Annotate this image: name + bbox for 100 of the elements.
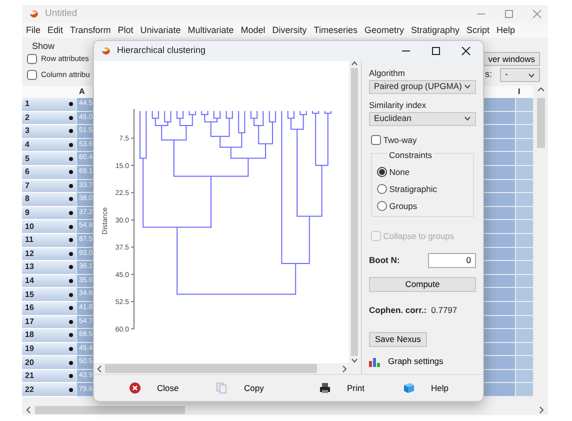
row-header: 4 xyxy=(25,139,30,152)
row-marker-icon xyxy=(69,102,73,106)
row-marker-icon xyxy=(69,184,73,188)
row-header: 21 xyxy=(25,370,34,382)
table-cell xyxy=(515,152,533,166)
compute-button[interactable]: Compute xyxy=(369,276,476,292)
field-label: Boot N: xyxy=(369,254,400,267)
scroll-left-icon[interactable] xyxy=(25,406,31,414)
row-header: 6 xyxy=(25,166,30,178)
window-title: Hierarchical clustering xyxy=(117,44,206,58)
row-marker-icon xyxy=(69,238,73,242)
radio-button[interactable] xyxy=(377,167,387,178)
row-header: 2 xyxy=(25,112,30,124)
chevron-down-icon xyxy=(464,116,471,121)
radio-label: Stratigraphic xyxy=(389,182,437,196)
window-title: Untitled xyxy=(45,6,78,21)
row-header: 13 xyxy=(25,261,34,274)
footer-button[interactable]: Help xyxy=(403,382,461,394)
row-header: 18 xyxy=(25,329,34,342)
row-marker-icon xyxy=(69,292,73,297)
scroll-up-icon[interactable] xyxy=(536,86,544,92)
scroll-right-icon[interactable] xyxy=(342,364,348,372)
table-cell xyxy=(515,220,533,234)
graph-settings-button[interactable]: Graph settings xyxy=(369,355,476,368)
app-logo-icon xyxy=(100,45,112,57)
footer-button[interactable]: Close xyxy=(129,382,187,394)
maximize-icon[interactable] xyxy=(431,46,441,56)
dropdown[interactable]: - xyxy=(500,68,540,82)
menu-item[interactable]: Model xyxy=(240,24,266,38)
scroll-right-icon[interactable] xyxy=(539,406,545,414)
menu-item[interactable]: Edit xyxy=(48,24,64,38)
table-cell xyxy=(515,98,533,112)
field-label: Similarity index xyxy=(369,98,428,112)
row-header: 7 xyxy=(25,180,30,192)
row-header: 14 xyxy=(25,275,34,288)
menu-item[interactable]: Script xyxy=(466,24,490,38)
menu-item[interactable]: Plot xyxy=(118,24,134,38)
window-button[interactable]: ver windows xyxy=(483,52,540,66)
chevron-down-icon xyxy=(464,84,471,90)
row-marker-icon xyxy=(69,320,73,324)
row-marker-icon xyxy=(69,156,73,161)
scroll-up-icon[interactable] xyxy=(350,61,358,66)
dropdown[interactable]: Euclidean xyxy=(369,112,476,126)
row-header: 20 xyxy=(25,356,34,369)
menu-item[interactable]: Transform xyxy=(70,24,111,38)
row-header: 11 xyxy=(25,234,34,246)
scroll-left-icon[interactable] xyxy=(96,364,102,372)
menu-item[interactable]: File xyxy=(26,24,41,38)
menu-item[interactable]: Timeseries xyxy=(314,24,358,38)
row-marker-icon xyxy=(69,211,73,216)
menu-item[interactable]: Univariate xyxy=(140,24,181,38)
dropdown[interactable]: Paired group (UPGMA) xyxy=(369,80,476,94)
checkbox[interactable] xyxy=(27,54,37,64)
printer-icon xyxy=(319,382,331,394)
row-header: 15 xyxy=(25,288,34,301)
row-marker-icon xyxy=(69,252,73,256)
menu-item[interactable]: Geometry xyxy=(364,24,404,38)
row-header: 3 xyxy=(25,125,30,138)
footer-button[interactable]: Print xyxy=(319,382,377,394)
vertical-scrollbar[interactable] xyxy=(349,61,359,363)
field-label: Algorithm xyxy=(369,67,406,80)
row-marker-icon xyxy=(69,388,73,392)
copy-icon xyxy=(216,382,228,394)
chevron-down-icon xyxy=(528,72,535,78)
save-button[interactable]: Save Nexus xyxy=(369,332,427,348)
scroll-down-icon[interactable] xyxy=(350,358,358,363)
row-marker-icon xyxy=(69,360,73,365)
value-text: 0.7797 xyxy=(431,304,458,316)
row-header: 16 xyxy=(25,302,34,314)
row-header: 19 xyxy=(25,342,34,355)
bar-chart-icon xyxy=(369,356,380,367)
row-header: 12 xyxy=(25,248,34,260)
table-cell xyxy=(515,234,533,248)
radio-button[interactable] xyxy=(377,200,387,211)
menu-item[interactable]: Stratigraphy xyxy=(411,24,460,38)
row-marker-icon xyxy=(69,306,73,310)
row-marker-icon xyxy=(69,129,73,134)
field-label: Cophen. corr.: xyxy=(369,304,427,316)
row-marker-icon xyxy=(69,224,73,229)
row-marker-icon xyxy=(69,197,73,202)
checkbox[interactable] xyxy=(27,70,37,80)
row-marker-icon xyxy=(69,170,73,174)
radio-button[interactable] xyxy=(377,184,387,194)
close-icon[interactable] xyxy=(461,46,471,56)
table-cell xyxy=(515,356,533,370)
table-cell xyxy=(515,180,533,194)
radio-label: None xyxy=(389,166,410,179)
row-header: 10 xyxy=(25,220,34,233)
input-field[interactable]: 0 xyxy=(428,252,476,268)
table-cell xyxy=(515,302,533,316)
column-header: I xyxy=(518,87,520,96)
row-header: 8 xyxy=(25,193,30,206)
row-marker-icon xyxy=(69,374,73,378)
checkbox[interactable] xyxy=(371,134,381,145)
row-header: 1 xyxy=(25,98,30,110)
footer-button[interactable]: Copy xyxy=(216,382,274,394)
menu-item[interactable]: Multivariate xyxy=(188,24,234,38)
row-marker-icon xyxy=(69,143,73,148)
menu-item[interactable]: Help xyxy=(496,24,516,38)
menu-item[interactable]: Diversity xyxy=(272,24,307,38)
